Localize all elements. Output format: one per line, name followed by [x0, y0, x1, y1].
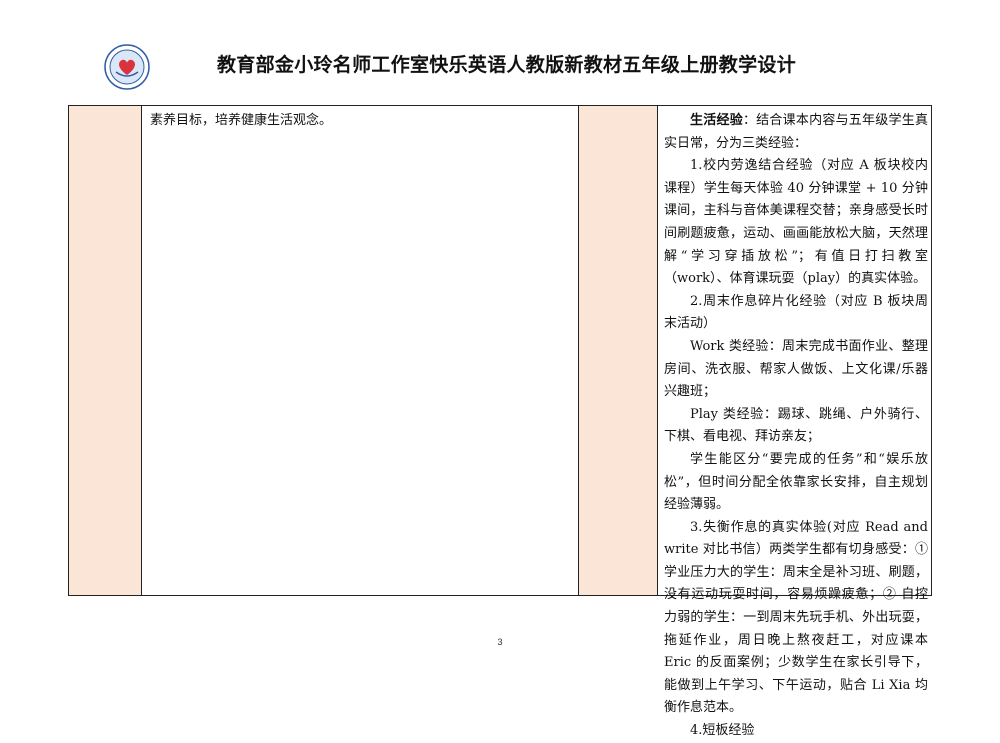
experience-paragraph: 2.周末作息碎片化经验（对应 B 板块周末活动） — [664, 293, 928, 332]
experience-paragraph: Play 类经验：踢球、跳绳、户外骑行、下棋、看电视、拜访亲友； — [664, 406, 928, 445]
content-cell-right: 生活经验：结合课本内容与五年级学生真实日常，分为三类经验： 1.校内劳逸结合经验… — [658, 106, 931, 738]
goal-text: 素养目标，培养健康生活观念。 — [150, 113, 333, 128]
page-number: 3 — [497, 637, 503, 647]
lesson-design-table: 素养目标，培养健康生活观念。 生活经验：结合课本内容与五年级学生真实日常，分为三… — [68, 105, 932, 738]
experience-paragraph: 3.失衡作息的真实体验(对应 Read and write 对比书信）两类学生都… — [664, 519, 928, 716]
lead-bold: 生活经验 — [690, 113, 743, 128]
experience-paragraph: 1.校内劳逸结合经验（对应 A 板块校内课程）学生每天体验 40 分钟课堂 + … — [664, 158, 928, 287]
school-emblem-icon — [104, 44, 150, 90]
label-cell-right — [579, 106, 658, 595]
label-cell-left — [69, 106, 142, 595]
experience-paragraph: Work 类经验：周末完成书面作业、整理房间、洗衣服、帮家人做饭、上文化课/乐器… — [664, 338, 928, 400]
experience-paragraph: 4.短板经验 — [690, 723, 755, 739]
life-experience-text: 生活经验：结合课本内容与五年级学生真实日常，分为三类经验： 1.校内劳逸结合经验… — [664, 110, 928, 743]
page-header: 教育部金小玲名师工作室快乐英语人教版新教材五年级上册教学设计 — [0, 40, 1000, 90]
page-title: 教育部金小玲名师工作室快乐英语人教版新教材五年级上册教学设计 — [217, 54, 797, 76]
experience-paragraph: 学生能区分“要完成的任务”和“娱乐放松”，但时间分配全依靠家长安排，自主规划经验… — [664, 451, 928, 513]
lead-paragraph: 生活经验：结合课本内容与五年级学生真实日常，分为三类经验： — [664, 110, 928, 155]
content-cell-left: 素养目标，培养健康生活观念。 — [142, 106, 579, 595]
